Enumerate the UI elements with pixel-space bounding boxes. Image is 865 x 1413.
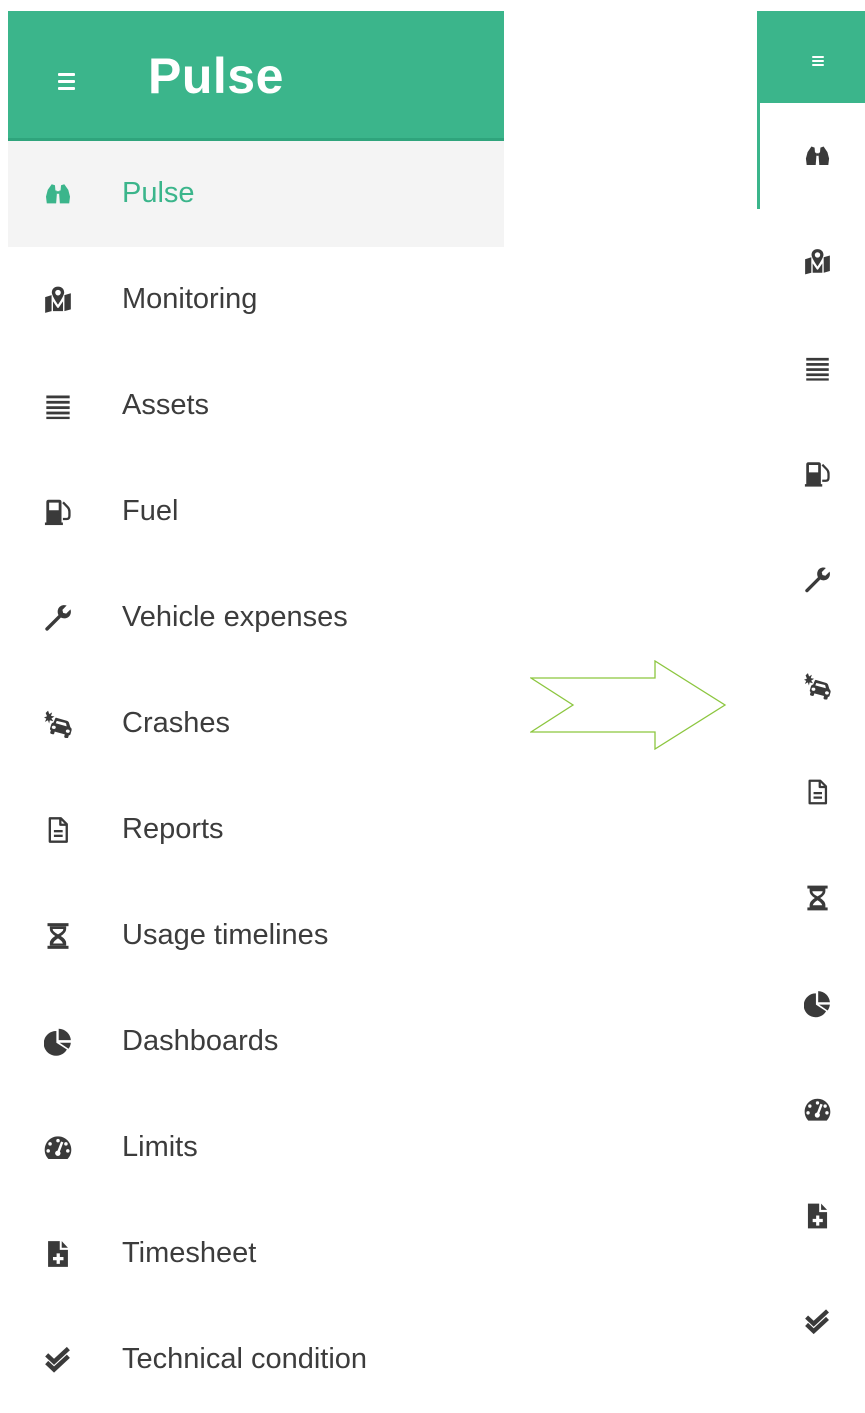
pie-chart-icon — [44, 1028, 72, 1056]
collapsed-nav-item-limits[interactable] — [757, 1057, 865, 1163]
list-icon — [44, 392, 72, 420]
collapsed-nav-item-dashboards[interactable] — [757, 951, 865, 1057]
nav-item-label: Technical condition — [122, 1342, 368, 1375]
car-crash-icon — [44, 710, 72, 738]
nav-item-vehicle-expenses[interactable]: Vehicle expenses — [8, 565, 504, 671]
collapsed-nav-item-timesheet[interactable] — [757, 1163, 865, 1269]
sidebar-header: Pulse — [8, 11, 504, 141]
transition-arrow — [530, 660, 727, 750]
nav-item-pulse[interactable]: Pulse — [8, 141, 504, 247]
file-plus-icon — [44, 1240, 72, 1268]
document-icon — [44, 816, 72, 844]
collapsed-nav-item-fuel[interactable] — [757, 421, 865, 527]
nav-item-reports[interactable]: Reports — [8, 777, 504, 883]
binoculars-icon — [44, 180, 72, 208]
pie-chart-icon — [804, 991, 831, 1018]
collapsed-nav-item-vehicle-expenses[interactable] — [757, 527, 865, 633]
collapsed-nav-item-pulse[interactable] — [757, 103, 865, 209]
nav-item-label: Usage timelines — [122, 918, 329, 951]
nav-item-label: Assets — [122, 388, 210, 421]
hourglass-icon — [44, 922, 72, 950]
fuel-pump-icon — [44, 498, 72, 526]
nav-item-label: Pulse — [122, 176, 195, 209]
nav-item-label: Dashboards — [122, 1024, 279, 1057]
nav-item-crashes[interactable]: Crashes — [8, 671, 504, 777]
list-icon — [804, 355, 831, 382]
map-marker-icon — [804, 249, 831, 276]
nav-item-label: Timesheet — [122, 1236, 257, 1269]
collapsed-nav-item-usage-timelines[interactable] — [757, 845, 865, 951]
hourglass-icon — [804, 885, 831, 912]
nav-item-label: Reports — [122, 812, 224, 845]
nav-item-label: Crashes — [122, 706, 230, 739]
wrench-icon — [804, 567, 831, 594]
fuel-pump-icon — [804, 461, 831, 488]
wrench-icon — [44, 604, 72, 632]
collapsed-sidebar — [757, 0, 865, 1381]
menu-toggle-icon[interactable] — [812, 56, 824, 66]
nav-item-label: Limits — [122, 1130, 198, 1163]
sidebar-header-collapsed — [757, 11, 865, 103]
double-check-icon — [44, 1346, 72, 1374]
map-marker-icon — [44, 286, 72, 314]
nav-item-timesheet[interactable]: Timesheet — [8, 1201, 504, 1307]
nav-item-technical-condition[interactable]: Technical condition — [8, 1307, 504, 1413]
file-plus-icon — [804, 1203, 831, 1230]
nav-item-label: Monitoring — [122, 282, 258, 315]
nav-item-label: Fuel — [122, 494, 179, 527]
document-icon — [804, 779, 831, 806]
nav-item-label: Vehicle expenses — [122, 600, 348, 633]
app-title: Pulse — [148, 48, 284, 104]
speedometer-icon — [44, 1134, 72, 1162]
nav-item-dashboards[interactable]: Dashboards — [8, 989, 504, 1095]
collapsed-nav-item-technical-condition[interactable] — [757, 1269, 865, 1375]
speedometer-icon — [804, 1097, 831, 1124]
car-crash-icon — [804, 673, 831, 700]
nav-item-assets[interactable]: Assets — [8, 353, 504, 459]
collapsed-nav-item-assets[interactable] — [757, 315, 865, 421]
collapsed-nav-item-monitoring[interactable] — [757, 209, 865, 315]
nav-item-usage-timelines[interactable]: Usage timelines — [8, 883, 504, 989]
collapsed-nav-item-crashes[interactable] — [757, 633, 865, 739]
menu-toggle-icon[interactable] — [58, 73, 75, 90]
double-check-icon — [804, 1309, 831, 1336]
collapsed-nav-item-reports[interactable] — [757, 739, 865, 845]
binoculars-icon — [804, 143, 831, 170]
nav-item-monitoring[interactable]: Monitoring — [8, 247, 504, 353]
nav-item-fuel[interactable]: Fuel — [8, 459, 504, 565]
nav-item-limits[interactable]: Limits — [8, 1095, 504, 1201]
